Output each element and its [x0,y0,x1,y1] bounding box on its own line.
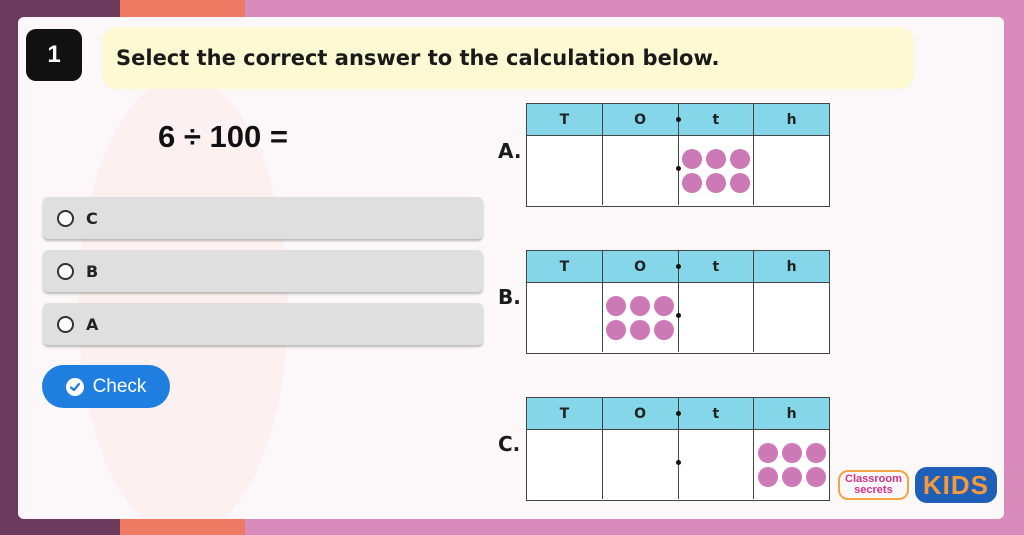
counter [729,172,750,193]
option-label: A [86,314,99,334]
classroom-secrets-kids-logo: Classroom secrets KIDS [838,467,997,503]
counter [805,466,826,487]
column-header: O [601,251,678,282]
question-card: 1 Select the correct answer to the calcu… [18,17,1004,519]
counter-group [606,295,675,340]
chart-header-row: T Oth [527,251,829,283]
place-value-cell [601,136,678,205]
instruction-text: Select the correct answer to the calcula… [116,46,720,70]
decimal-point [675,411,681,416]
place-value-cell [527,430,602,499]
radio-button[interactable] [57,209,74,227]
place-value-cell [753,430,829,499]
chart-body-row [527,430,829,499]
decimal-point [675,460,681,465]
column-header: h [753,251,829,282]
column-header: t [675,398,754,429]
column-header: T [559,405,570,422]
counter [805,442,826,463]
option-label: C [86,208,98,228]
check-circle-icon [65,377,84,396]
place-value-chart-c: T Oth [526,397,830,501]
radio-button[interactable] [57,315,74,333]
place-value-cell [601,283,678,352]
classroom-secrets-logo: Classroom secrets [838,470,909,500]
decimal-point [675,117,681,122]
question-number: 1 [26,29,82,81]
counter [705,172,726,193]
counter [630,295,651,316]
counter [705,148,726,169]
place-value-chart-b: T Oth [526,250,830,354]
check-button[interactable]: Check [42,365,170,408]
decimal-point [675,313,681,318]
chart-header-row: T Oth [527,398,829,430]
column-header: O [601,398,678,429]
counter [681,148,702,169]
place-value-cell [601,430,678,499]
counter [757,466,778,487]
place-value-cell [675,430,754,499]
chart-label-b: B. [498,285,521,309]
counter [781,466,802,487]
option-label: B [86,261,99,281]
counter [606,319,627,340]
decimal-point [675,264,681,269]
option-c[interactable]: C [43,197,483,239]
decimal-point [675,166,681,171]
column-header: T [559,111,570,128]
column-header: h [753,398,829,429]
option-a[interactable]: A [43,303,483,345]
chart-body-row [527,283,829,352]
kids-logo: KIDS [914,467,997,503]
place-value-cell [675,283,754,352]
column-header: t [675,251,754,282]
chart-label-c: C. [498,432,521,456]
place-value-cell [753,283,829,352]
chart-body-row [527,136,829,205]
column-header: T [559,258,570,275]
place-value-chart-a: T Oth [526,103,830,207]
chart-label-a: A. [498,139,522,163]
counter [757,442,778,463]
counter-group [757,442,826,487]
counter [654,295,675,316]
option-b[interactable]: B [43,250,483,292]
place-value-cell [753,136,829,205]
counter [781,442,802,463]
counter [654,319,675,340]
radio-button[interactable] [57,262,74,280]
place-value-cell [527,136,602,205]
counter [681,172,702,193]
place-value-cell [527,283,602,352]
counter [606,295,627,316]
calculation: 6 ÷ 100 = [158,119,288,154]
instruction-banner: Select the correct answer to the calcula… [102,27,914,89]
column-header: h [753,104,829,135]
column-header: O [601,104,678,135]
counter [729,148,750,169]
place-value-cell [675,136,754,205]
counter-group [681,148,750,193]
chart-header-row: T Oth [527,104,829,136]
check-label: Check [92,375,147,397]
counter [630,319,651,340]
logo-line-2: secrets [854,484,893,496]
column-header: t [675,104,754,135]
